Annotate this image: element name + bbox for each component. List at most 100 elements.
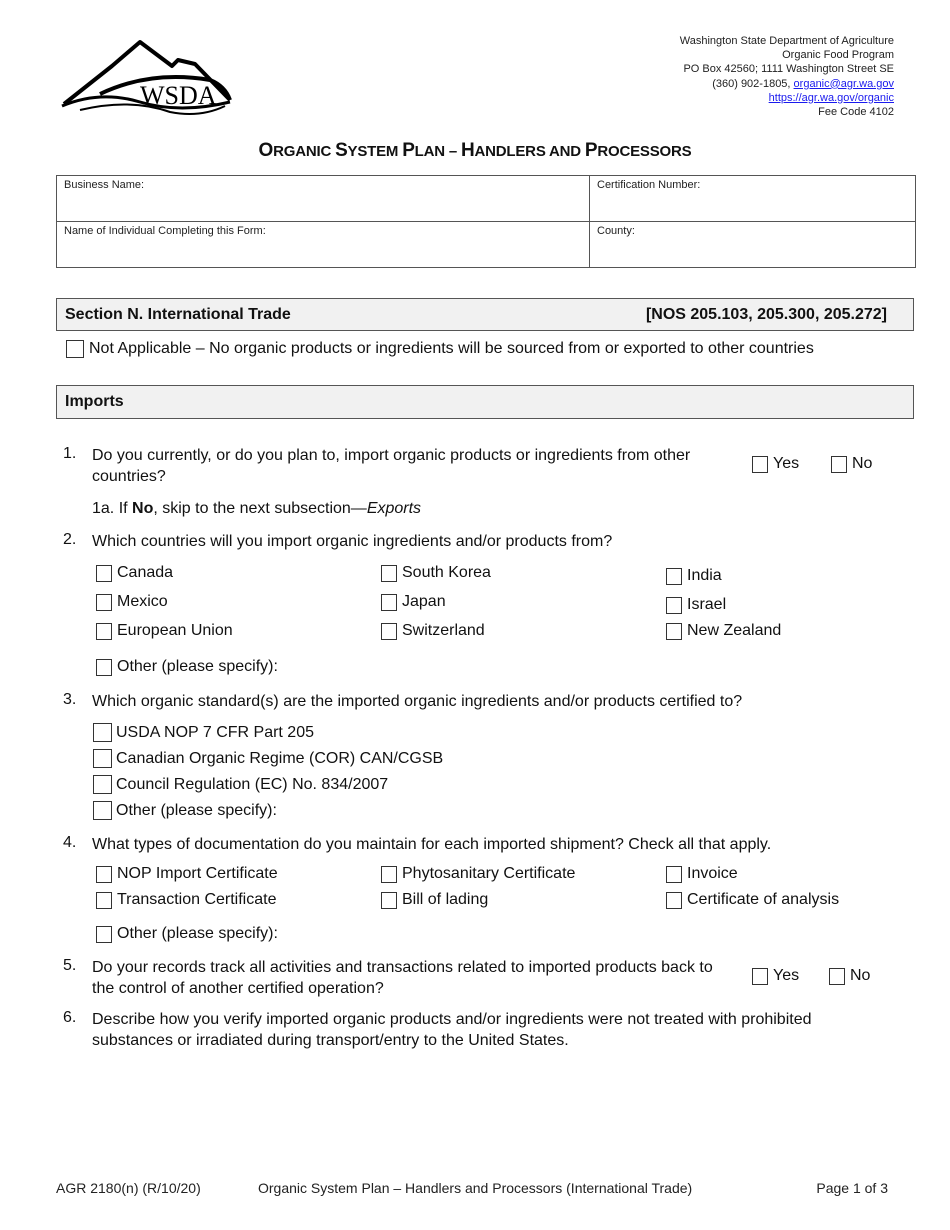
country-option: Switzerland (381, 622, 485, 640)
section-reference: [NOS 205.103, 205.300, 205.272] (645, 306, 887, 323)
documentation-checkbox[interactable] (666, 865, 682, 883)
country-label: India (687, 567, 722, 584)
individual-name-field[interactable]: Name of Individual Completing this Form: (57, 222, 589, 267)
email-link[interactable]: organic@agr.wa.gov (794, 78, 894, 90)
documentation-option: Certificate of analysis (666, 891, 839, 909)
country-option: European Union (96, 622, 233, 640)
not-applicable-option: Not Applicable – No organic products or … (66, 340, 814, 358)
fee-code: Fee Code 4102 (818, 106, 894, 119)
documentation-label: Transaction Certificate (117, 891, 277, 908)
country-checkbox[interactable] (666, 567, 682, 585)
question-1-text: Do you currently, or do you plan to, imp… (92, 447, 691, 485)
question-4-number: 4. (63, 834, 77, 851)
q5-no-option: No (829, 967, 870, 985)
q5-yes-option: Yes (752, 967, 799, 985)
documentation-checkbox[interactable] (381, 865, 397, 883)
country-option: Japan (381, 593, 446, 611)
documentation-other-checkbox[interactable] (96, 925, 112, 943)
country-checkbox[interactable] (381, 593, 397, 611)
documentation-option: NOP Import Certificate (96, 865, 278, 883)
standard-label: Other (please specify): (116, 801, 277, 819)
documentation-option: Invoice (666, 865, 738, 883)
county-field[interactable]: County: (590, 222, 915, 267)
documentation-option: Transaction Certificate (96, 891, 276, 909)
page-number: Page 1 of 3 (816, 1180, 888, 1196)
documentation-checkbox[interactable] (666, 891, 682, 909)
documentation-option: Phytosanitary Certificate (381, 865, 575, 883)
country-checkbox[interactable] (96, 564, 112, 582)
imports-subsection-header: Imports (56, 385, 914, 419)
q5-no-checkbox[interactable] (829, 967, 845, 985)
country-label: South Korea (402, 564, 491, 581)
country-other-checkbox[interactable] (96, 658, 112, 676)
country-other-label: Other (please specify): (117, 658, 278, 675)
documentation-option: Bill of lading (381, 891, 488, 909)
q1-yes-checkbox[interactable] (752, 455, 768, 473)
country-label: Switzerland (402, 622, 485, 639)
documentation-other-option: Other (please specify): (96, 925, 278, 943)
documentation-label: Invoice (687, 865, 738, 882)
q1-no-checkbox[interactable] (831, 455, 847, 473)
question-6-number: 6. (63, 1009, 77, 1026)
standard-option: Other (please specify): (93, 801, 277, 820)
standard-label: Council Regulation (EC) No. 834/2007 (116, 775, 389, 793)
documentation-other-label: Other (please specify): (117, 925, 278, 942)
q5-yes-checkbox[interactable] (752, 967, 768, 985)
section-title: Section N. International Trade (65, 306, 291, 323)
website-link[interactable]: https://agr.wa.gov/organic (769, 92, 894, 104)
country-label: Israel (687, 596, 727, 613)
agency-address: PO Box 42560; 1111 Washington Street SE (683, 63, 894, 76)
question-5-number: 5. (63, 957, 77, 974)
documentation-checkbox[interactable] (96, 891, 112, 909)
wsda-logo: WSDA (60, 38, 232, 116)
documentation-checkbox[interactable] (96, 865, 112, 883)
business-name-field[interactable]: Business Name: (57, 176, 589, 221)
documentation-label: Phytosanitary Certificate (402, 865, 576, 882)
country-option: South Korea (381, 564, 491, 582)
country-label: European Union (117, 622, 233, 639)
imports-title: Imports (65, 393, 124, 410)
q1-yes-label: Yes (773, 455, 800, 472)
agency-contact-block: Washington State Department of Agricultu… (680, 34, 894, 119)
documentation-label: Certificate of analysis (687, 891, 840, 908)
question-1a-text: 1a. If No, skip to the next subsection—E… (92, 500, 422, 517)
county-label: County: (597, 225, 635, 237)
country-option: Canada (96, 564, 173, 582)
standard-label: USDA NOP 7 CFR Part 205 (116, 723, 314, 741)
standard-checkbox[interactable] (93, 801, 112, 820)
documentation-label: Bill of lading (402, 891, 489, 908)
standard-checkbox[interactable] (93, 775, 112, 794)
standard-checkbox[interactable] (93, 723, 112, 742)
standard-label: Canadian Organic Regime (COR) CAN/CGSB (116, 749, 444, 767)
q5-no-label: No (850, 967, 871, 984)
not-applicable-checkbox[interactable] (66, 340, 84, 358)
program-name: Organic Food Program (782, 49, 894, 62)
question-3-number: 3. (63, 691, 77, 708)
country-checkbox[interactable] (381, 622, 397, 640)
country-label: Japan (402, 593, 446, 610)
country-checkbox[interactable] (381, 564, 397, 582)
standard-checkbox[interactable] (93, 749, 112, 768)
business-name-label: Business Name: (64, 179, 145, 191)
documentation-label: NOP Import Certificate (117, 865, 278, 882)
not-applicable-label: Not Applicable – No organic products or … (89, 340, 814, 357)
country-option: Israel (666, 596, 726, 614)
agency-name: Washington State Department of Agricultu… (679, 35, 894, 47)
country-checkbox[interactable] (96, 622, 112, 640)
question-3-text: Which organic standard(s) are the import… (92, 693, 743, 710)
country-checkbox[interactable] (96, 593, 112, 611)
question-2-text: Which countries will you import organic … (92, 533, 613, 550)
country-label: Canada (117, 564, 174, 581)
documentation-checkbox[interactable] (381, 891, 397, 909)
country-checkbox[interactable] (666, 596, 682, 614)
country-label: New Zealand (687, 622, 782, 639)
q1-no-option: No (831, 455, 872, 473)
certification-number-field[interactable]: Certification Number: (590, 176, 915, 221)
country-checkbox[interactable] (666, 622, 682, 640)
question-6-answer-area[interactable] (92, 1055, 912, 1155)
country-label: Mexico (117, 593, 168, 610)
q5-yes-label: Yes (773, 967, 800, 984)
standard-option: Council Regulation (EC) No. 834/2007 (93, 775, 388, 794)
country-option: India (666, 567, 722, 585)
q1-no-label: No (852, 455, 873, 472)
